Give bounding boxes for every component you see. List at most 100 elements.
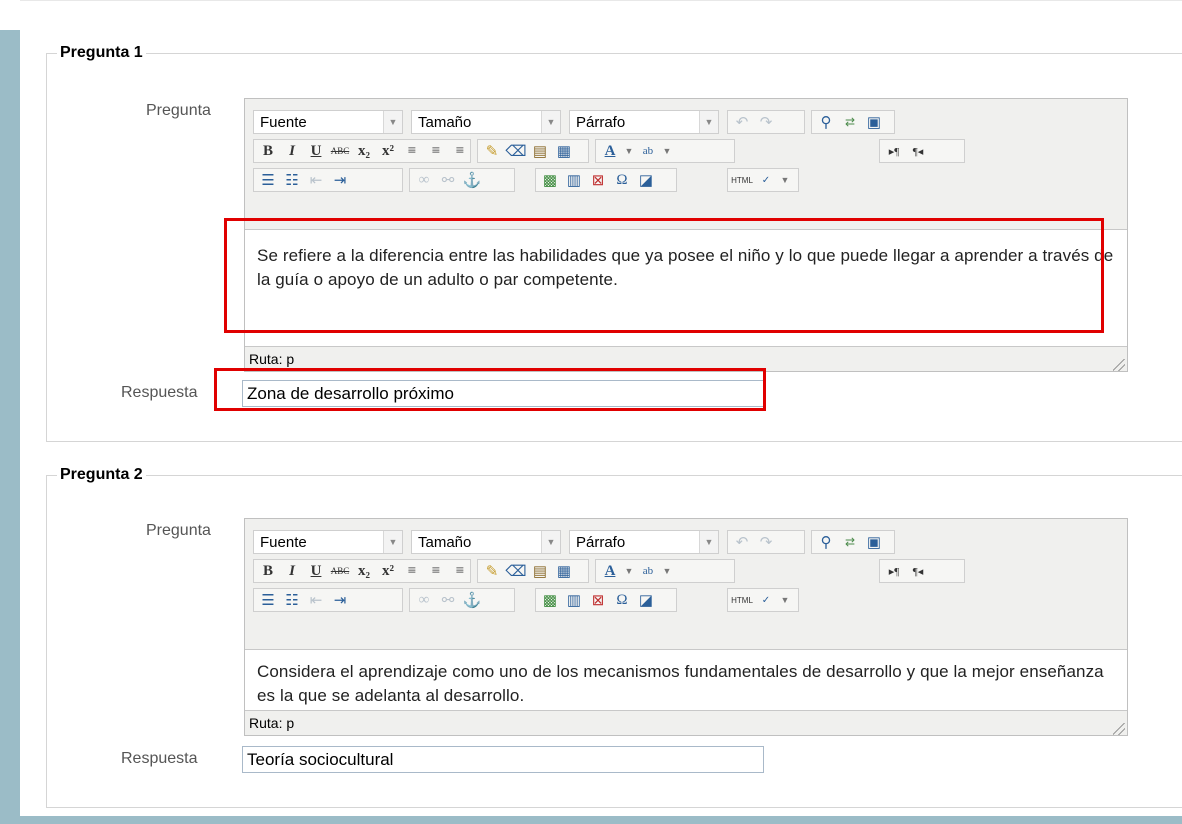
align-left-icon[interactable]: ≡ [400,560,424,582]
bold-icon[interactable]: B [256,560,280,582]
highlight-color-icon[interactable]: ab [636,140,660,162]
cleanup-icon[interactable]: ✎ [480,140,504,162]
superscript-icon[interactable]: x² [376,560,400,582]
question-2-content[interactable]: Considera el aprendizaje como uno de los… [245,649,1127,711]
text-color-icon[interactable]: A [598,140,622,162]
fullscreen-icon[interactable]: ▣ [862,531,886,553]
strikethrough-icon[interactable]: ABC [328,560,352,582]
special-char-icon[interactable]: Ω [610,169,634,191]
path-label: Ruta: p [249,715,295,731]
indent-icon[interactable]: ⇥ [328,169,352,191]
paste-word-icon[interactable]: ▦ [552,140,576,162]
format-select[interactable]: Párrafo ▼ [569,110,719,134]
unlink-icon[interactable]: ⚯ [436,589,460,611]
numbered-list-icon[interactable]: ☷ [280,169,304,191]
rtl-icon[interactable]: ¶◂ [906,140,930,162]
underline-icon[interactable]: U [304,560,328,582]
answer-2-input[interactable]: Teoría sociocultural [242,746,764,773]
text-color-icon[interactable]: A [598,560,622,582]
font-select[interactable]: Fuente ▼ [253,530,403,554]
link-icon[interactable]: ∞ [412,589,436,611]
image-icon[interactable]: ▩ [538,169,562,191]
nolink-icon[interactable]: ⊠ [586,589,610,611]
chevron-down-icon[interactable]: ▼ [660,140,674,162]
align-left-icon[interactable]: ≡ [400,140,424,162]
align-center-icon[interactable]: ≡ [424,140,448,162]
outdent-icon[interactable]: ⇤ [304,169,328,191]
image-icon[interactable]: ▩ [538,589,562,611]
chevron-down-icon: ▼ [699,111,718,133]
chevron-down-icon[interactable]: ▼ [660,560,674,582]
edit-table-icon[interactable]: ◪ [634,589,658,611]
paste-word-icon[interactable]: ▦ [552,560,576,582]
numbered-list-icon[interactable]: ☷ [280,589,304,611]
size-select[interactable]: Tamaño ▼ [411,110,561,134]
highlight-color-icon[interactable]: ab [636,560,660,582]
paste-text-icon[interactable]: ▤ [528,140,552,162]
eraser-icon[interactable]: ⌫ [504,560,528,582]
format-select[interactable]: Párrafo ▼ [569,530,719,554]
chevron-down-icon[interactable]: ▼ [778,169,792,191]
question-2-label: Pregunta [146,522,211,539]
question-1-legend: Pregunta 1 [60,44,143,61]
find-icon[interactable]: ⚲ [814,111,838,133]
rtl-icon[interactable]: ¶◂ [906,560,930,582]
bold-icon[interactable]: B [256,140,280,162]
resize-grip-icon[interactable] [1113,359,1125,371]
spellcheck-icon[interactable]: ✓ [754,589,778,611]
strikethrough-icon[interactable]: ABC [328,140,352,162]
subscript-icon[interactable]: x₂ [352,140,376,162]
redo-icon[interactable]: ↷ [754,111,778,133]
spellcheck-icon[interactable]: ✓ [754,169,778,191]
eraser-icon[interactable]: ⌫ [504,140,528,162]
superscript-icon[interactable]: x² [376,140,400,162]
undo-icon[interactable]: ↶ [730,111,754,133]
media-icon[interactable]: ▥ [562,589,586,611]
cleanup-icon[interactable]: ✎ [480,560,504,582]
chevron-down-icon: ▼ [383,531,402,553]
align-right-icon[interactable]: ≡ [448,140,472,162]
question-2-editor: Fuente ▼ Tamaño ▼ Párrafo ▼ ↶ ↷ ⚲ ⇄ ▣ B … [244,518,1128,736]
ltr-icon[interactable]: ▸¶ [882,140,906,162]
bullet-list-icon[interactable]: ☰ [256,589,280,611]
media-icon[interactable]: ▥ [562,169,586,191]
question-2-legend: Pregunta 2 [60,466,143,483]
unlink-icon[interactable]: ⚯ [436,169,460,191]
replace-icon[interactable]: ⇄ [838,111,862,133]
undo-icon[interactable]: ↶ [730,531,754,553]
font-select[interactable]: Fuente ▼ [253,110,403,134]
subscript-icon[interactable]: x₂ [352,560,376,582]
align-center-icon[interactable]: ≡ [424,560,448,582]
chevron-down-icon[interactable]: ▼ [778,589,792,611]
outdent-icon[interactable]: ⇤ [304,589,328,611]
fullscreen-icon[interactable]: ▣ [862,111,886,133]
edit-table-icon[interactable]: ◪ [634,169,658,191]
underline-icon[interactable]: U [304,140,328,162]
format-select-value: Párrafo [576,534,626,551]
direction-group: ▸¶ ¶◂ [879,139,965,163]
redo-icon[interactable]: ↷ [754,531,778,553]
italic-icon[interactable]: I [280,560,304,582]
special-char-icon[interactable]: Ω [610,589,634,611]
replace-icon[interactable]: ⇄ [838,531,862,553]
anchor-icon[interactable]: ⚓ [460,589,484,611]
find-icon[interactable]: ⚲ [814,531,838,553]
resize-grip-icon[interactable] [1113,723,1125,735]
italic-icon[interactable]: I [280,140,304,162]
paste-text-icon[interactable]: ▤ [528,560,552,582]
size-select[interactable]: Tamaño ▼ [411,530,561,554]
align-right-icon[interactable]: ≡ [448,560,472,582]
clipboard-group: ✎ ⌫ ▤ ▦ [477,559,589,583]
chevron-down-icon[interactable]: ▼ [622,560,636,582]
nolink-icon[interactable]: ⊠ [586,169,610,191]
bullet-list-icon[interactable]: ☰ [256,169,280,191]
html-icon[interactable]: HTML [730,589,754,611]
html-icon[interactable]: HTML [730,169,754,191]
question-1-content[interactable]: Se refiere a la diferencia entre las hab… [245,229,1127,347]
link-icon[interactable]: ∞ [412,169,436,191]
chevron-down-icon[interactable]: ▼ [622,140,636,162]
anchor-icon[interactable]: ⚓ [460,169,484,191]
indent-icon[interactable]: ⇥ [328,589,352,611]
answer-1-input[interactable]: Zona de desarrollo próximo [242,380,764,407]
ltr-icon[interactable]: ▸¶ [882,560,906,582]
